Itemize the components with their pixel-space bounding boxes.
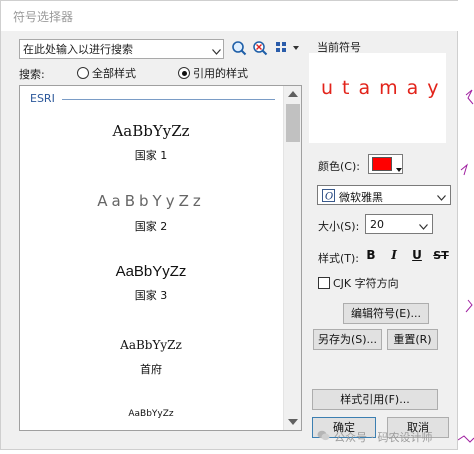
symbol-preview: utamay xyxy=(309,53,446,143)
symbol-name: 首府 xyxy=(140,363,162,376)
symbol-sample: AaBbYyZz xyxy=(120,338,182,352)
reset-button[interactable]: 重置(R) xyxy=(387,329,438,350)
window-title: 符号选择器 xyxy=(13,10,74,24)
underline-button[interactable]: U xyxy=(407,246,427,264)
grid-view-icon xyxy=(275,41,301,58)
symbol-sample: AaBbYyZz xyxy=(115,263,187,280)
size-value: 20 xyxy=(370,218,384,231)
chevron-down-icon xyxy=(437,191,446,204)
radio-circle[interactable] xyxy=(77,67,89,79)
font-value: 微软雅黑 xyxy=(339,191,383,204)
style-label: 样式(T): xyxy=(318,252,360,265)
svg-text:O: O xyxy=(325,192,333,203)
radio-all-styles[interactable]: 全部样式 xyxy=(77,65,136,81)
symbol-sample: AaBbYyZz xyxy=(97,192,205,210)
scroll-down-arrow-icon[interactable] xyxy=(288,419,298,425)
search-icon xyxy=(231,40,247,59)
symbol-preview-text: utamay xyxy=(321,77,448,99)
italic-button[interactable]: I xyxy=(384,246,404,264)
caret-down-icon xyxy=(396,162,402,175)
symbol-item-country-3[interactable]: AaBbYyZz 国家 3 xyxy=(20,263,282,303)
search-button[interactable] xyxy=(230,40,248,58)
symbol-list-scrollbar[interactable] xyxy=(283,86,301,430)
symbol-name: 国家 1 xyxy=(134,149,168,162)
strikethrough-button[interactable]: ST xyxy=(431,246,451,264)
radio-referenced-styles[interactable]: 引用的样式 xyxy=(178,65,248,81)
color-label: 颜色(C): xyxy=(318,160,360,173)
chevron-down-icon xyxy=(419,220,428,233)
edit-symbol-button[interactable]: 编辑符号(E)... xyxy=(343,303,429,324)
cjk-direction-label: CJK 字符方向 xyxy=(333,277,399,290)
search-clear-icon xyxy=(252,40,268,59)
cjk-direction-checkbox[interactable]: CJK 字符方向 xyxy=(318,275,399,291)
checkbox-box[interactable] xyxy=(318,277,330,289)
search-scope-label: 搜索: xyxy=(19,68,45,81)
symbol-sample: AaBbYyZz xyxy=(128,409,174,419)
group-header-esri: ESRI xyxy=(30,92,275,105)
symbol-sample: AaBbYyZz xyxy=(112,122,190,140)
font-select[interactable]: O 微软雅黑 xyxy=(317,185,451,205)
view-options-button[interactable] xyxy=(273,40,303,58)
symbol-name: 国家 3 xyxy=(134,289,168,302)
symbol-selector-dialog: 符号选择器 搜索: 全部样式 引用的样式 xyxy=(0,0,459,450)
watermark: 公众号 · 码农设计师 xyxy=(317,429,433,445)
title-bar: 符号选择器 xyxy=(1,1,459,31)
radio-referenced-styles-label: 引用的样式 xyxy=(193,67,248,80)
background-map-strip xyxy=(458,0,474,454)
radio-circle-selected[interactable] xyxy=(178,67,190,79)
style-references-button[interactable]: 样式引用(F)... xyxy=(312,389,438,410)
symbol-item-capital[interactable]: AaBbYyZz 首府 xyxy=(20,338,282,377)
save-as-button[interactable]: 另存为(S)... xyxy=(313,329,382,350)
size-select[interactable]: 20 xyxy=(365,214,433,234)
radio-all-styles-label: 全部样式 xyxy=(92,67,136,80)
color-picker-button[interactable] xyxy=(368,154,403,174)
symbol-list[interactable]: ESRI AaBbYyZz 国家 1 AaBbYyZz 国家 2 AaBbYyZ… xyxy=(19,85,302,431)
watermark-text: 公众号 · 码农设计师 xyxy=(334,431,433,444)
scroll-up-arrow-icon[interactable] xyxy=(288,91,298,97)
scroll-thumb[interactable] xyxy=(286,104,300,142)
chevron-down-icon[interactable] xyxy=(212,45,221,58)
search-combobox[interactable] xyxy=(19,39,224,59)
symbol-item-country-2[interactable]: AaBbYyZz 国家 2 xyxy=(20,192,282,234)
clear-search-button[interactable] xyxy=(251,40,269,58)
bold-button[interactable]: B xyxy=(361,246,381,264)
symbol-name: 国家 2 xyxy=(134,220,168,233)
symbol-item-country-1[interactable]: AaBbYyZz 国家 1 xyxy=(20,122,282,163)
search-input[interactable] xyxy=(23,42,203,57)
font-type-icon: O xyxy=(322,189,335,205)
wechat-icon xyxy=(317,430,330,444)
color-swatch xyxy=(372,157,392,171)
size-label: 大小(S): xyxy=(318,220,360,233)
symbol-item-5[interactable]: AaBbYyZz xyxy=(20,409,282,419)
